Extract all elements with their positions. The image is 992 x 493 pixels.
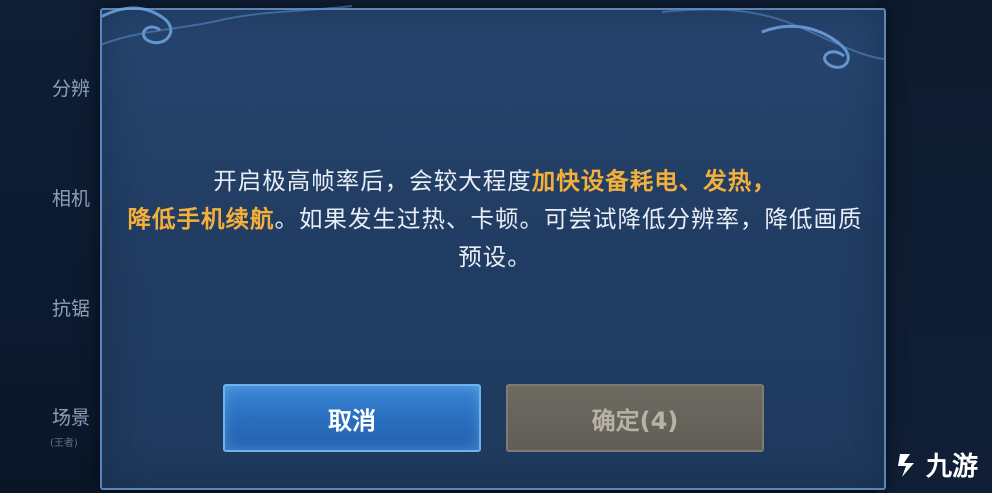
sidebar-label-antialias[interactable]: 抗锯 [52, 294, 100, 321]
sidebar-label-scene[interactable]: 场景 [52, 403, 100, 430]
message-text-part1: 开启极高帧率后，会较大程度 [213, 167, 532, 195]
cancel-button-label: 取消 [328, 406, 376, 435]
jiuyou-watermark: 九游 [892, 446, 978, 483]
message-text-part2: 。如果发生过热、卡顿。可尝试降低分辨率，降低画质预设。 [274, 205, 863, 271]
jiuyou-logo-icon [897, 453, 914, 477]
watermark-text: 九游 [925, 452, 978, 482]
dialog-message: 开启极高帧率后，会较大程度加快设备耗电、发热， 降低手机续航。如果发生过热、卡顿。… [124, 162, 866, 276]
sidebar-label-camera[interactable]: 相机 [52, 184, 100, 211]
background-settings-sidebar: 分辨 相机 抗锯 场景 (王者) [0, 0, 110, 493]
message-highlight-battery: 降低手机续航 [127, 205, 275, 233]
background-right-panel [877, 0, 992, 493]
confirm-button[interactable]: 确定(4) [506, 384, 764, 452]
cancel-button[interactable]: 取消 [223, 384, 481, 452]
confirm-button-label: 确定(4) [591, 406, 679, 435]
message-highlight-power: 加快设备耗电、发热， [531, 167, 777, 195]
sidebar-sublabel: (王者) [50, 438, 78, 449]
frame-rate-warning-dialog: 开启极高帧率后，会较大程度加快设备耗电、发热， 降低手机续航。如果发生过热、卡顿。… [100, 5, 886, 490]
dialog-wave-ornament [102, 5, 884, 69]
sidebar-label-resolution[interactable]: 分辨 [52, 74, 100, 101]
